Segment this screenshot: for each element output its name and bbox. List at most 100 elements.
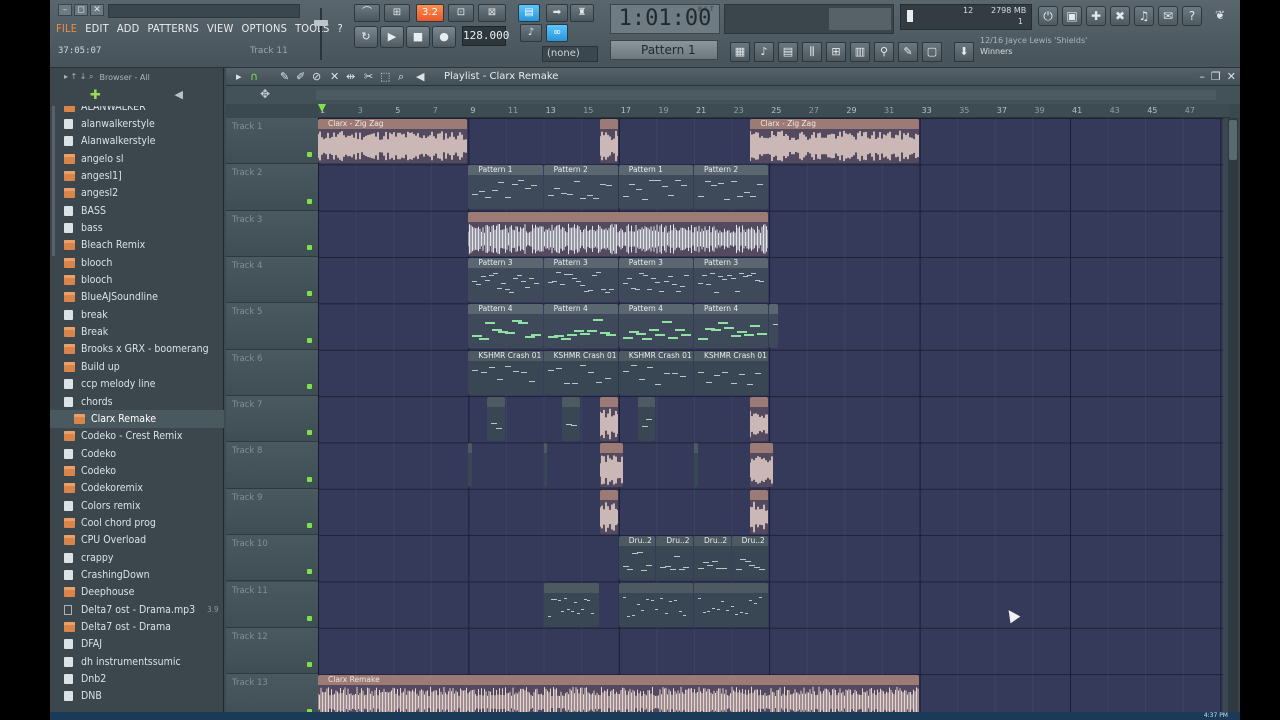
magnet-icon[interactable]: ∩ <box>250 70 258 83</box>
vertical-scrollbar[interactable] <box>1228 118 1238 712</box>
horizontal-scrollbar[interactable] <box>316 90 1216 100</box>
pattern-clip[interactable]: Dru..2 <box>694 536 731 581</box>
pattern-clip[interactable]: Pattern 1 <box>468 165 543 210</box>
browser-item[interactable]: Codeko <box>50 462 224 479</box>
play-button[interactable]: ▶ <box>380 26 404 48</box>
piano-roll-icon[interactable]: ♪ <box>754 42 774 62</box>
track-header[interactable]: Track 7 <box>226 396 318 443</box>
pattern-clip[interactable]: Pattern 2 <box>543 165 618 210</box>
menu-patterns[interactable]: PATTERNS <box>147 22 198 35</box>
touch-keyboard-icon[interactable]: ▢ <box>922 42 942 62</box>
minimize-button[interactable]: – <box>58 4 72 16</box>
audio-clip[interactable]: Clarx Remake <box>318 675 919 712</box>
browser-item[interactable]: BASS <box>50 202 224 219</box>
browser-item[interactable]: CrashingDown <box>50 566 224 583</box>
browser-item[interactable]: dh instrumentssumic <box>50 653 224 670</box>
track-mute-led[interactable] <box>307 245 312 251</box>
close-button[interactable]: ✕ <box>90 4 104 16</box>
download-icon[interactable]: ⬇ <box>954 42 974 62</box>
pattern-selector[interactable]: Pattern 1 <box>610 40 718 60</box>
pattern-clip[interactable]: Pattern 2 <box>694 165 769 210</box>
menu-view[interactable]: VIEW <box>207 22 234 35</box>
menu-edit[interactable]: EDIT <box>85 22 109 35</box>
stop-button[interactable]: ■ <box>406 26 430 48</box>
browser-item[interactable]: Brooks x GRX - boomerang <box>50 341 224 358</box>
audio-clip[interactable] <box>468 211 769 256</box>
browser-item[interactable]: Bleach Remix <box>50 237 224 254</box>
menu-options[interactable]: OPTIONS <box>241 22 287 35</box>
zoom-tool-icon[interactable]: ⌕ <box>398 70 404 84</box>
audio-clip[interactable] <box>600 443 623 488</box>
audio-clip[interactable] <box>750 397 769 442</box>
browser-item[interactable]: chords <box>50 393 224 410</box>
slice-tool-icon[interactable]: ✂ <box>364 70 373 83</box>
power-icon[interactable]: ⏻ <box>1038 6 1058 26</box>
menu-help[interactable]: ? <box>337 22 342 35</box>
audio-clip[interactable] <box>600 119 618 163</box>
timeline-ruler[interactable]: 1 5 9 13 17 21 25 29 33 37 41 45 3 7 11 15 19 23 27 31 35 39 4… <box>318 104 1230 118</box>
track-header[interactable]: Track 12 <box>226 627 318 675</box>
menu-add[interactable]: ADD <box>117 22 140 35</box>
track-mute-led[interactable] <box>307 430 312 436</box>
pattern-clip[interactable]: Dru..2 <box>618 536 656 581</box>
pattern-clip[interactable] <box>543 443 548 488</box>
browser-item[interactable]: DNB <box>50 688 224 705</box>
track-header[interactable]: Track 13 <box>226 674 318 712</box>
browser-item[interactable]: Break <box>50 323 224 340</box>
browser-item[interactable]: Alanwalkerstyle <box>50 133 224 150</box>
pattern-clip[interactable]: KSHMR Crash 01 <box>543 350 618 395</box>
audio-clip[interactable] <box>600 489 618 534</box>
menu-file[interactable]: FILE <box>56 22 77 35</box>
pattern-clip[interactable]: Pattern 3 <box>543 258 618 303</box>
audio-clip[interactable]: Clarx - Zig Zag <box>318 119 468 163</box>
playlist-maximize-icon[interactable]: ❐ <box>1211 70 1221 83</box>
pattern-clip[interactable] <box>562 397 581 442</box>
pattern-clip[interactable]: Pattern 3 <box>694 258 769 303</box>
browser-item[interactable]: ALANWALKER <box>50 106 224 115</box>
pattern-clip[interactable] <box>694 582 769 627</box>
countdown-button[interactable]: 3.2 <box>416 4 444 22</box>
browser-item[interactable]: CPU Overload <box>50 532 224 549</box>
browser-item[interactable]: blooch <box>50 254 224 271</box>
news-panel[interactable]: 12/16 Jayce Lewis 'Shields' Winners <box>980 36 1120 64</box>
pattern-clip[interactable]: KSHMR Crash 01 <box>468 350 543 395</box>
pattern-clip[interactable]: Dru..2 <box>656 536 693 581</box>
pattern-clip[interactable]: Pattern 4 <box>618 304 693 349</box>
draw-tool-icon[interactable]: ✎ <box>280 70 289 83</box>
pattern-clip[interactable]: Pattern 4 <box>468 304 543 349</box>
paint-tool-icon[interactable]: ✐ <box>296 70 305 83</box>
mute-tool-icon[interactable]: ✕ <box>330 70 339 83</box>
pattern-clip[interactable]: Dru..2 <box>731 536 769 581</box>
browser-item[interactable]: Codeko - Crest Remix <box>50 428 224 445</box>
plugin-picker-icon[interactable]: ⚲ <box>874 42 894 62</box>
playlist-window-icon[interactable]: ▦ <box>730 42 750 62</box>
track-header[interactable]: Track 9 <box>226 488 318 536</box>
playback-tool-icon[interactable]: ◀ <box>416 70 424 83</box>
snap-select[interactable]: (none) <box>542 46 598 62</box>
track-header[interactable]: Track 6 <box>226 349 318 397</box>
track-header[interactable]: Track 11 <box>226 581 318 628</box>
track-mute-led[interactable] <box>307 662 312 668</box>
pattern-clip[interactable]: Pattern 1 <box>618 165 693 210</box>
playhead-marker[interactable] <box>318 104 326 112</box>
pattern-clip[interactable] <box>543 582 599 627</box>
pattern-mode-icon[interactable]: ↻ <box>354 26 378 48</box>
snap-icon[interactable]: ♪ <box>520 24 542 42</box>
pattern-clip[interactable] <box>694 443 698 488</box>
browser-item[interactable]: Delta7 ost - Drama <box>50 618 224 635</box>
plugin-icon[interactable]: ✚ <box>1086 6 1106 26</box>
move-arrows-icon[interactable]: ✥ <box>260 87 270 101</box>
track-header[interactable]: Track 5 <box>226 303 318 350</box>
channel-rack-icon[interactable]: ▤ <box>778 42 798 62</box>
pattern-clip[interactable] <box>487 397 505 442</box>
track-mute-led[interactable] <box>307 569 312 575</box>
wait-button[interactable]: ⊞ <box>384 4 410 22</box>
blend-button[interactable]: ⊡ <box>448 4 474 22</box>
mixer-icon[interactable]: ⫼ <box>802 42 822 62</box>
delete-tool-icon[interactable]: ⊘ <box>312 70 321 83</box>
browser-item[interactable]: bass <box>50 219 224 236</box>
track-mute-led[interactable] <box>307 291 312 297</box>
audio-clip[interactable] <box>750 489 769 534</box>
help-icon[interactable]: ? <box>1182 6 1202 26</box>
audio-clip[interactable]: Clarx - Zig Zag <box>750 119 919 163</box>
